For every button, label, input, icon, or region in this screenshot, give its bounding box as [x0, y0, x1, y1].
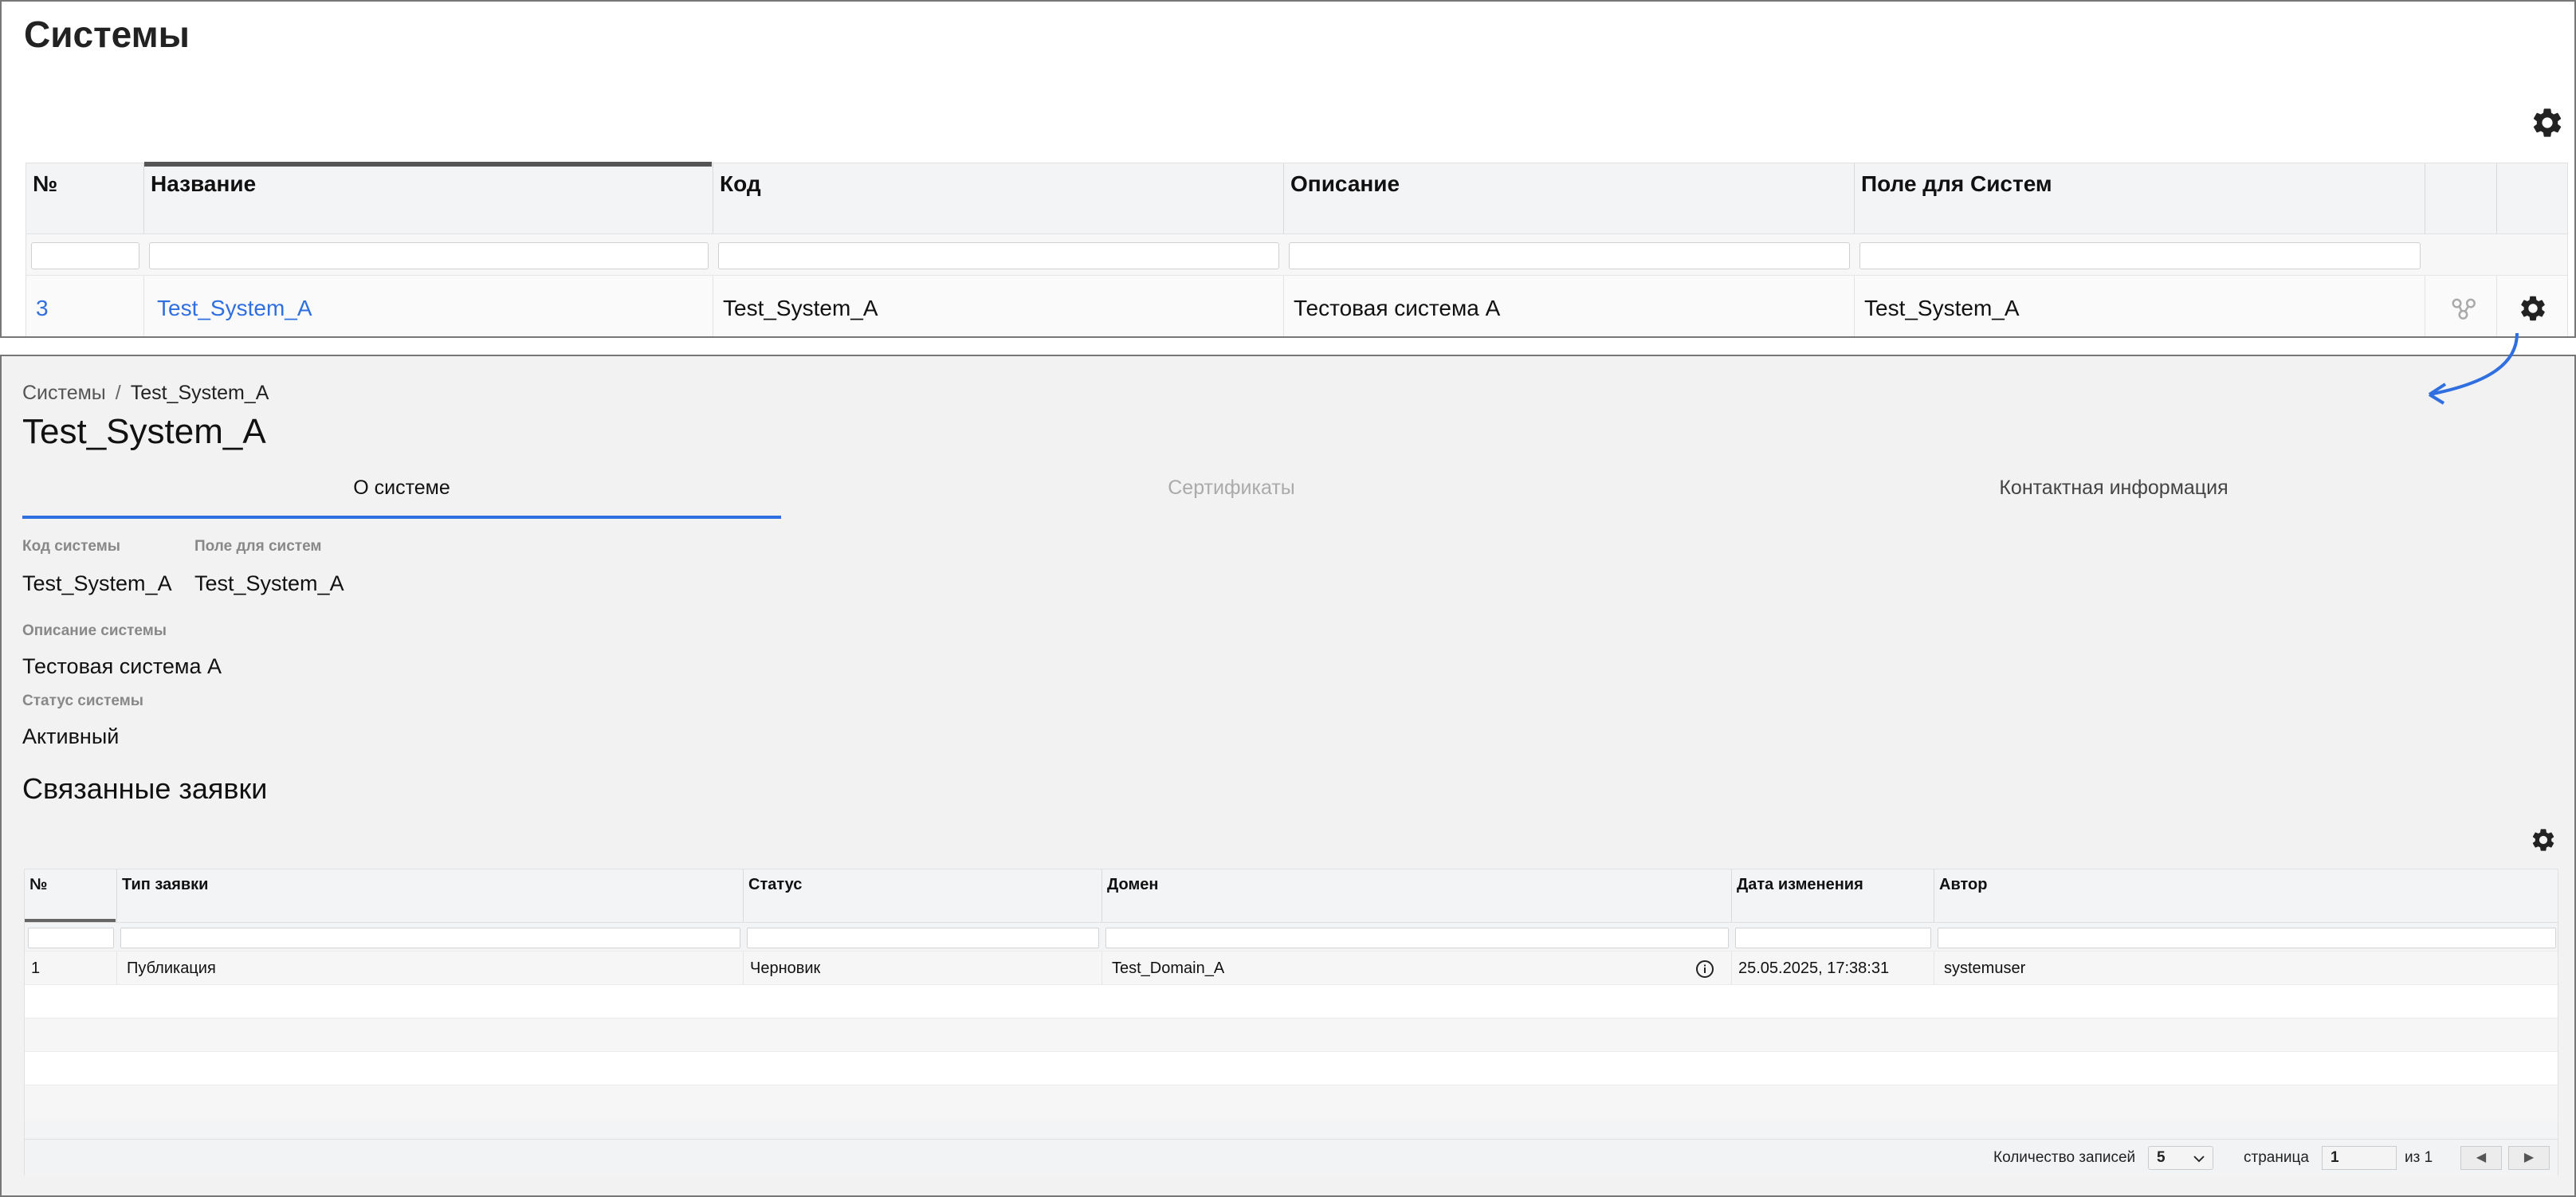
gear-icon[interactable]: [2530, 826, 2557, 854]
system-status-value: Активный: [22, 724, 120, 748]
system-detail-panel: Системы / Test_System_A Test_System_A О си…: [0, 355, 2576, 1197]
chevron-down-icon: [2193, 1156, 2205, 1163]
row-number[interactable]: 3: [26, 276, 144, 336]
column-header-description[interactable]: Описание: [1284, 163, 1855, 234]
gear-icon[interactable]: [2518, 293, 2548, 324]
column-header-code[interactable]: Код: [713, 163, 1284, 234]
tab-contacts[interactable]: Контактная информация: [1658, 468, 2570, 519]
filter-row: [26, 234, 2567, 275]
breadcrumb: Системы / Test_System_A: [22, 382, 269, 405]
column-header-number[interactable]: №: [25, 869, 117, 922]
row-description: Тестовая система А: [1284, 276, 1855, 336]
filter-input-status[interactable]: [747, 928, 1099, 948]
filter-input-type[interactable]: [120, 928, 740, 948]
row-number: 1: [25, 952, 117, 985]
column-header-field[interactable]: Поле для Систем: [1855, 163, 2425, 234]
next-page-button[interactable]: ▶: [2508, 1146, 2550, 1170]
page-title: Системы: [24, 14, 190, 55]
system-code-value: Test_System_A: [22, 571, 172, 595]
records-per-page-value: 5: [2157, 1149, 2166, 1166]
tab-about[interactable]: О системе: [22, 468, 781, 519]
table-header: № Тип заявки Статус Домен Дата изменения…: [25, 869, 2559, 923]
table-row[interactable]: 3 Test_System_A Test_System_A Тестовая с…: [26, 275, 2567, 336]
empty-row: [25, 1018, 2558, 1051]
filter-input-name[interactable]: [149, 242, 709, 269]
related-requests-table: № Тип заявки Статус Домен Дата изменения…: [24, 869, 2558, 1175]
breadcrumb-current: Test_System_A: [130, 382, 269, 404]
records-per-page-select[interactable]: 5: [2148, 1146, 2213, 1170]
tab-certificates[interactable]: Сертификаты: [805, 468, 1658, 519]
row-status: Черновик: [744, 952, 1102, 985]
breadcrumb-separator: /: [115, 382, 121, 404]
row-type: Публикация: [117, 952, 744, 985]
column-header-actions-2: [2497, 163, 2569, 234]
filter-input-description[interactable]: [1289, 242, 1850, 269]
system-description-label: Описание системы: [22, 622, 167, 639]
row-code: Test_System_A: [713, 276, 1284, 336]
filter-input-field[interactable]: [1859, 242, 2421, 269]
gear-icon[interactable]: [2530, 105, 2565, 140]
system-field-value: Test_System_A: [194, 571, 344, 595]
filter-input-code[interactable]: [718, 242, 1279, 269]
system-code-label: Код системы: [22, 538, 121, 555]
row-field: Test_System_A: [1855, 276, 2425, 336]
column-header-author[interactable]: Автор: [1934, 869, 2559, 922]
connector-arrow: [2428, 332, 2519, 405]
empty-row: [25, 984, 2558, 1018]
system-field-label: Поле для систем: [194, 538, 322, 555]
column-header-type[interactable]: Тип заявки: [117, 869, 744, 922]
page-total: из 1: [2405, 1149, 2433, 1166]
page-number-input[interactable]: 1: [2322, 1146, 2397, 1170]
column-header-actions-1: [2425, 163, 2497, 234]
filter-row: [25, 922, 2558, 951]
systems-list-panel: Системы № Название Код Описание Поле для…: [0, 0, 2576, 338]
tab-bar: О системе Сертификаты Контактная информа…: [22, 468, 2557, 519]
page-title: Test_System_A: [22, 412, 266, 451]
info-icon[interactable]: [1695, 960, 1714, 979]
row-domain-link[interactable]: Test_Domain_A: [1102, 952, 1732, 985]
records-per-page-label: Количество записей: [1993, 1149, 2136, 1166]
system-description-value: Тестовая система А: [22, 654, 222, 678]
column-header-domain[interactable]: Домен: [1102, 869, 1732, 922]
row-author: systemuser: [1944, 960, 2026, 977]
filter-input-number[interactable]: [31, 242, 139, 269]
filter-input-number[interactable]: [28, 928, 114, 948]
table-row[interactable]: 1 Публикация Черновик Test_Domain_A 25.0…: [25, 951, 2558, 985]
empty-row: [25, 1085, 2558, 1120]
system-status-label: Статус системы: [22, 693, 144, 709]
related-requests-title: Связанные заявки: [22, 772, 268, 805]
filter-input-date[interactable]: [1735, 928, 1931, 948]
filter-input-author[interactable]: [1938, 928, 2556, 948]
column-header-number[interactable]: №: [26, 163, 144, 234]
empty-row: [25, 1051, 2558, 1085]
page-label: страница: [2244, 1149, 2309, 1166]
relations-icon[interactable]: [2449, 293, 2480, 324]
row-date: 25.05.2025, 17:38:31: [1732, 952, 1934, 985]
table-header: № Название Код Описание Поле для Систем: [26, 162, 2569, 234]
filter-input-domain[interactable]: [1105, 928, 1729, 948]
column-header-status[interactable]: Статус: [744, 869, 1102, 922]
row-name-link[interactable]: Test_System_A: [144, 276, 713, 336]
column-header-name[interactable]: Название: [144, 163, 713, 234]
breadcrumb-root[interactable]: Системы: [22, 382, 106, 404]
column-header-date[interactable]: Дата изменения: [1732, 869, 1934, 922]
systems-table: № Название Код Описание Поле для Систем …: [26, 162, 2569, 336]
pagination-bar: Количество записей 5 страница 1 из 1 ◀ ▶: [25, 1139, 2558, 1175]
sort-indicator: [144, 162, 712, 167]
prev-page-button[interactable]: ◀: [2460, 1146, 2502, 1170]
